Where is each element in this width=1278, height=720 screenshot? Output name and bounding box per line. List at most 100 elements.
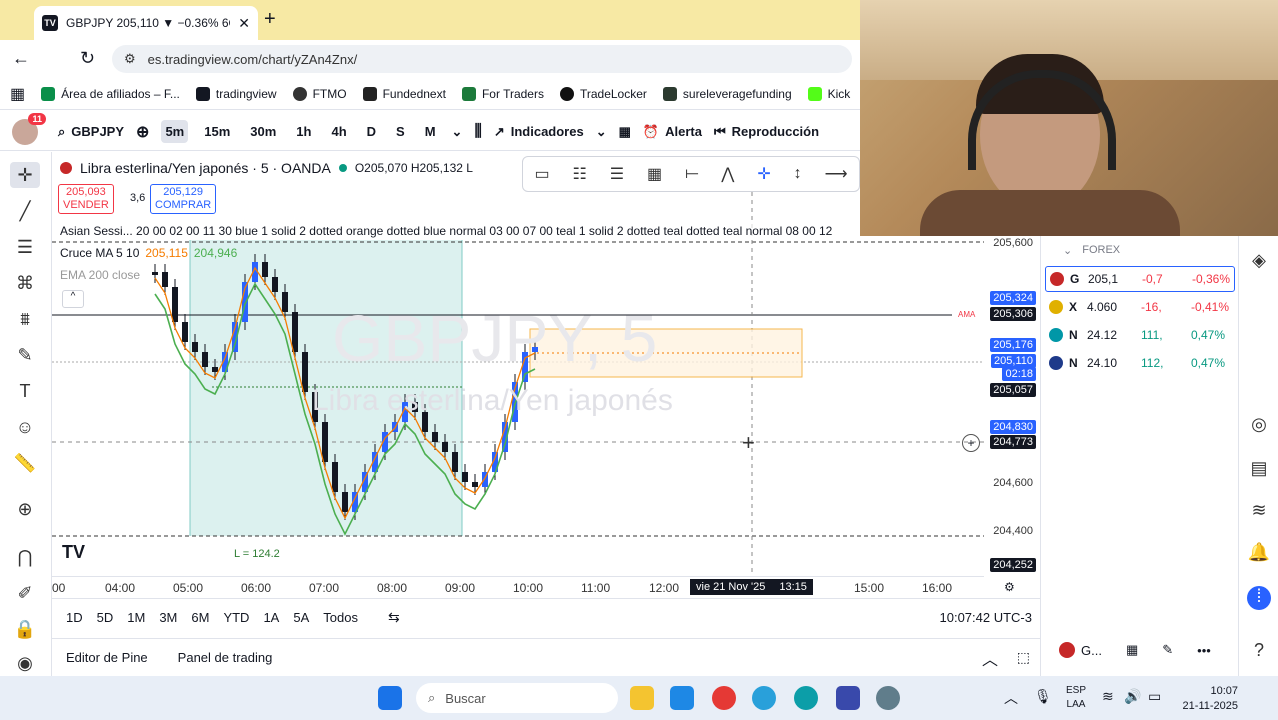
range-1d[interactable]: 1D [66,610,83,625]
layers-icon[interactable]: ◈ [1247,250,1271,274]
watchlist-row[interactable]: N 24.12 111, 0,47% [1045,322,1235,348]
browser-tab[interactable]: TV GBPJPY 205,110 ▼ −0.36% 6CF ✕ [34,6,258,40]
collapse-legend-icon[interactable]: ^ [62,290,84,308]
volume-icon[interactable]: 🔊 [1124,688,1141,705]
telegram-icon[interactable] [752,686,776,710]
add-alert-icon[interactable]: + [962,434,980,452]
chrome-icon[interactable] [712,686,736,710]
pattern-icon[interactable]: ⌘ [10,270,40,296]
bell-icon[interactable]: 🔔 [1247,542,1271,566]
session-legend[interactable]: Asian Sessi... 20 00 02 00 11 30 blue 1 … [60,224,870,238]
alert-button[interactable]: ⏰ Alerta [643,124,702,140]
buy-button[interactable]: 205,129 COMPRAR [150,184,217,214]
site-info-icon[interactable]: ⚙ [124,51,136,67]
clock[interactable]: 10:07:42 UTC-3 [940,610,1033,625]
magnet-icon[interactable]: ⋂ [10,544,40,570]
range-3m[interactable]: 3M [159,610,177,625]
lines-icon[interactable]: ☷ [573,164,587,184]
avatar[interactable]: 11 [12,112,46,145]
rss-icon[interactable]: ≋ [1247,500,1271,524]
candle-type-icon[interactable]: ⫼ [474,123,481,141]
timeframe-15m[interactable]: 15m [200,120,234,143]
system-clock[interactable]: 10:07 21-11-2025 [1176,684,1238,714]
url-field[interactable]: ⚙ es.tradingview.com/chart/yZAn4Znx/ [112,45,852,73]
back-icon[interactable]: ← [12,48,30,69]
layout-icon[interactable]: ▦ [619,124,631,140]
watchlist-header[interactable]: ⌄ FOREX [1063,244,1120,257]
chevron-down-icon[interactable]: ⌄ [596,124,607,140]
goto-date-icon[interactable]: ⇆ [388,609,400,626]
symbol-detail[interactable]: G... [1059,642,1102,658]
taskbar-search[interactable]: ⌕ Buscar [416,683,618,713]
symbol-search[interactable]: ⌕ GBPJPY [58,124,124,140]
crosshair-icon[interactable]: ✛ [10,162,40,188]
range-1m[interactable]: 1M [127,610,145,625]
chart-title[interactable]: Libra esterlina/Yen japonés · 5 · OANDA [80,160,331,176]
vline-icon[interactable]: ↕ [794,165,802,183]
timeframe-d[interactable]: D [363,120,380,143]
target-icon[interactable]: ◎ [1247,414,1271,438]
range-all[interactable]: Todos [323,610,358,625]
bookmark-item[interactable]: Fundednext [362,86,446,101]
range-5a[interactable]: 5A [293,610,309,625]
close-tab-icon[interactable]: ✕ [238,15,250,32]
edge-icon[interactable] [794,686,818,710]
bookmark-item[interactable]: For Traders [461,86,544,101]
bookmark-item[interactable]: Área de afiliados – F... [41,86,180,101]
microphone-icon[interactable]: 🎙 [1034,688,1052,705]
timeframe-m[interactable]: M [421,120,440,143]
timeframe-4h[interactable]: 4h [327,120,350,143]
tradingview-logo[interactable]: TV [62,542,85,563]
cross-icon[interactable]: ✛ [757,164,770,184]
ema-legend[interactable]: EMA 200 close [60,268,140,282]
pine-editor-tab[interactable]: Editor de Pine [66,650,148,665]
bookmark-item[interactable]: sureleveragefunding [662,86,792,101]
reload-icon[interactable]: ↻ [80,48,95,69]
apps-icon[interactable]: ⁞ [1247,586,1271,610]
settings-icon[interactable] [876,686,900,710]
timeframe-1h[interactable]: 1h [292,120,315,143]
apps-icon[interactable]: ▦ [10,84,25,104]
bookmark-item[interactable]: FTMO [292,86,347,101]
edit-icon[interactable]: ✎ [1162,642,1173,658]
time-axis[interactable]: 00 04:00 05:00 06:00 07:00 08:00 09:00 1… [52,576,1015,598]
grid-icon[interactable]: ▦ [647,164,662,184]
eye-icon[interactable]: ◉ [10,650,40,676]
more-icon[interactable]: ••• [1197,643,1211,658]
chevron-down-icon[interactable]: ⌄ [452,124,463,140]
calendar-icon[interactable]: ▤ [1247,458,1271,482]
list-icon[interactable]: ☰ [610,164,624,184]
bookmark-item[interactable]: TradeLocker [559,86,647,101]
wifi-icon[interactable]: ≋ [1102,688,1114,705]
bookmark-item[interactable]: Kick [807,86,850,101]
brush-icon[interactable]: ✎ [10,342,40,368]
path-icon[interactable]: ⋀ [721,164,734,184]
app-icon[interactable] [836,686,860,710]
watchlist-row[interactable]: X 4.060 -16, -0,41% [1045,294,1235,320]
maximize-icon[interactable]: ⬚ [1017,649,1030,666]
trading-panel-tab[interactable]: Panel de trading [178,650,273,665]
watchlist-row[interactable]: N 24.10 112, 0,47% [1045,350,1235,376]
windows-start-icon[interactable] [378,686,402,710]
replay-button[interactable]: ⏮ Reproducción [714,124,819,140]
forecast-icon[interactable]: ⩩ [10,306,40,332]
rectangle-icon[interactable]: ▭ [534,164,549,184]
arrow-icon[interactable]: ⟶ [825,164,848,184]
zoom-icon[interactable]: ⊕ [10,496,40,522]
fib-icon[interactable]: ☰ [10,234,40,260]
chevron-up-icon[interactable]: ︿ [1004,688,1018,708]
sell-button[interactable]: 205,093 VENDER [58,184,114,214]
indicators-button[interactable]: ↗ Indicadores [494,124,584,140]
text-icon[interactable]: T [10,378,40,404]
help-icon[interactable]: ? [1247,640,1271,664]
ma-legend[interactable]: Cruce MA 5 10 205,115 204,946 [60,246,237,260]
new-tab-icon[interactable]: + [264,8,276,31]
range-ytd[interactable]: YTD [223,610,249,625]
watchlist-row[interactable]: G 205,1 -0,7 -0,36% [1045,266,1235,292]
layout-icon[interactable]: ▦ [1126,642,1138,658]
range-5d[interactable]: 5D [97,610,114,625]
trendline-icon[interactable]: ╱ [10,198,40,224]
timeframe-30m[interactable]: 30m [246,120,280,143]
settings-icon[interactable]: ⚙ [1004,580,1015,594]
range-1a[interactable]: 1A [263,610,279,625]
